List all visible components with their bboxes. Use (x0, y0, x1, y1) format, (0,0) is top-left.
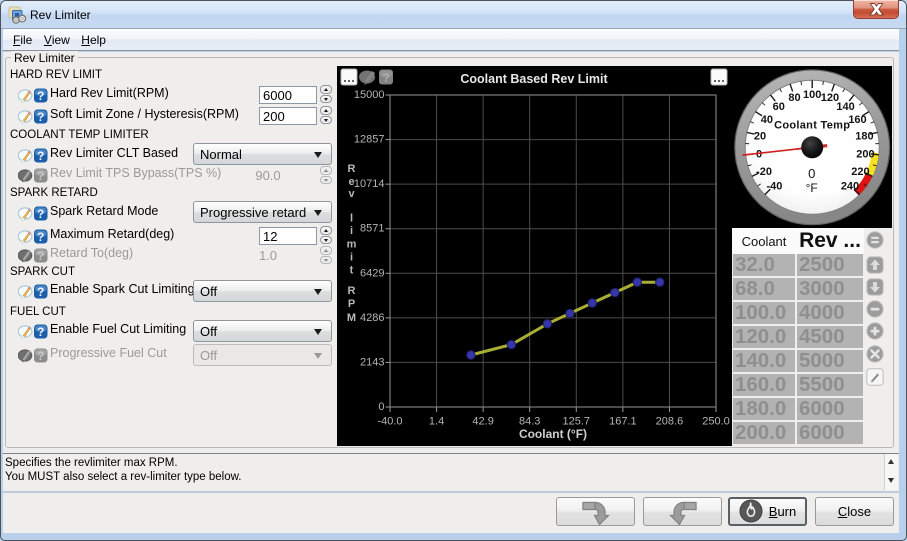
svg-text:100: 100 (803, 89, 821, 101)
svg-text:240: 240 (841, 180, 859, 192)
svg-text:?: ? (382, 71, 389, 85)
svg-text:R: R (348, 163, 356, 175)
svg-text:220: 220 (851, 166, 869, 178)
svg-text:4286: 4286 (360, 312, 384, 324)
svg-text:125.7: 125.7 (563, 416, 591, 428)
svg-text:v: v (348, 188, 355, 200)
svg-text:i: i (350, 225, 353, 237)
svg-text:250.0: 250.0 (702, 416, 730, 428)
svg-text:l: l (350, 213, 353, 225)
svg-text:Coolant Based Rev Limit: Coolant Based Rev Limit (460, 72, 608, 86)
svg-text:40: 40 (761, 114, 773, 126)
svg-text:-20: -20 (756, 166, 772, 178)
svg-text:-40: -40 (766, 180, 782, 192)
svg-text:8571: 8571 (360, 223, 384, 235)
svg-text:42.9: 42.9 (472, 416, 493, 428)
svg-text:84.3: 84.3 (519, 416, 540, 428)
svg-text:12857: 12857 (354, 134, 385, 146)
svg-text:0: 0 (808, 166, 815, 181)
svg-text:Coolant (°F): Coolant (°F) (519, 427, 587, 441)
svg-text:6429: 6429 (360, 267, 384, 279)
svg-text:160: 160 (848, 114, 866, 126)
svg-text:208.6: 208.6 (656, 416, 684, 428)
svg-text:i: i (350, 252, 353, 264)
svg-text:140: 140 (836, 101, 854, 113)
svg-text:M: M (347, 312, 356, 324)
svg-text:2143: 2143 (360, 356, 384, 368)
svg-text:1.4: 1.4 (429, 416, 444, 428)
svg-text:200: 200 (856, 149, 874, 161)
svg-text:P: P (348, 298, 355, 310)
svg-text:15000: 15000 (354, 89, 385, 101)
svg-text:Coolant Temp: Coolant Temp (774, 120, 850, 132)
svg-text:m: m (347, 239, 357, 251)
svg-text:0: 0 (378, 401, 384, 413)
svg-text:80: 80 (788, 92, 800, 104)
svg-text:10714: 10714 (354, 178, 385, 190)
svg-text:e: e (348, 176, 354, 188)
svg-text:60: 60 (773, 101, 785, 113)
svg-text:t: t (350, 265, 354, 277)
svg-text:0: 0 (756, 149, 762, 161)
svg-text:-40.0: -40.0 (377, 416, 402, 428)
svg-text:180: 180 (855, 131, 873, 143)
svg-text:20: 20 (754, 131, 766, 143)
svg-text:R: R (348, 285, 356, 297)
svg-text:167.1: 167.1 (609, 416, 637, 428)
svg-text:°F: °F (806, 181, 818, 195)
